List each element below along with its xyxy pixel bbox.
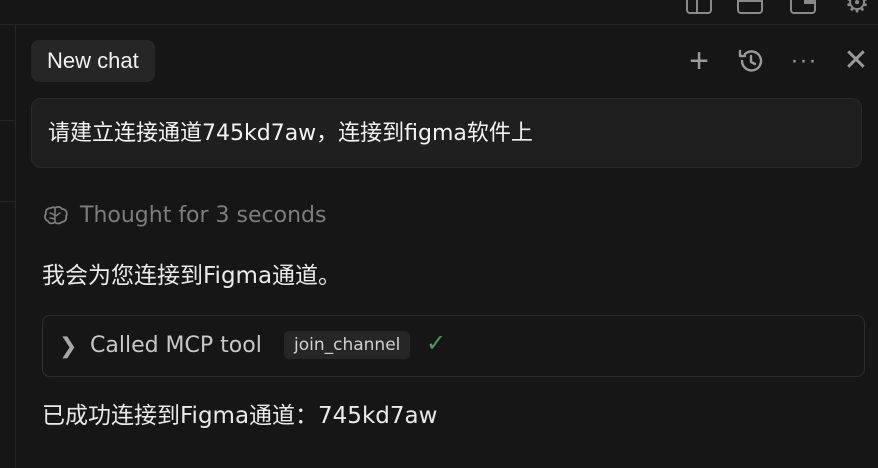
layout-sidebar-icon[interactable] <box>686 0 712 14</box>
history-icon[interactable] <box>733 43 769 79</box>
brain-icon <box>44 206 68 225</box>
chevron-right-icon[interactable]: ❯ <box>59 333 77 359</box>
tab-new-chat[interactable]: New chat <box>31 40 155 82</box>
divider <box>0 120 15 121</box>
plus-icon[interactable]: + <box>681 43 717 79</box>
layout-split-icon[interactable] <box>790 0 816 14</box>
assistant-message: 已成功连接到Figma通道：745kd7aw <box>42 403 438 429</box>
window-top-bar: ⚙ <box>0 0 878 24</box>
more-icon[interactable]: ··· <box>786 43 822 79</box>
gear-icon[interactable]: ⚙ <box>842 0 872 18</box>
editor-edge <box>0 25 16 468</box>
tool-name-badge: join_channel <box>284 331 411 359</box>
tool-call-label: Called MCP tool <box>90 333 262 358</box>
layout-panel-icon[interactable] <box>737 0 763 14</box>
check-icon: ✓ <box>426 330 447 357</box>
close-icon[interactable]: ✕ <box>838 43 874 79</box>
chat-panel: New chat + ··· ✕ 请建立连接通道745kd7aw，连接到figm… <box>16 25 878 468</box>
user-message[interactable]: 请建立连接通道745kd7aw，连接到figma软件上 <box>31 98 862 168</box>
assistant-message: 我会为您连接到Figma通道。 <box>42 263 342 289</box>
divider <box>0 201 15 202</box>
thought-label: Thought for 3 seconds <box>80 203 327 228</box>
tool-call-card[interactable]: ❯ Called MCP tool join_channel ✓ <box>42 315 865 377</box>
